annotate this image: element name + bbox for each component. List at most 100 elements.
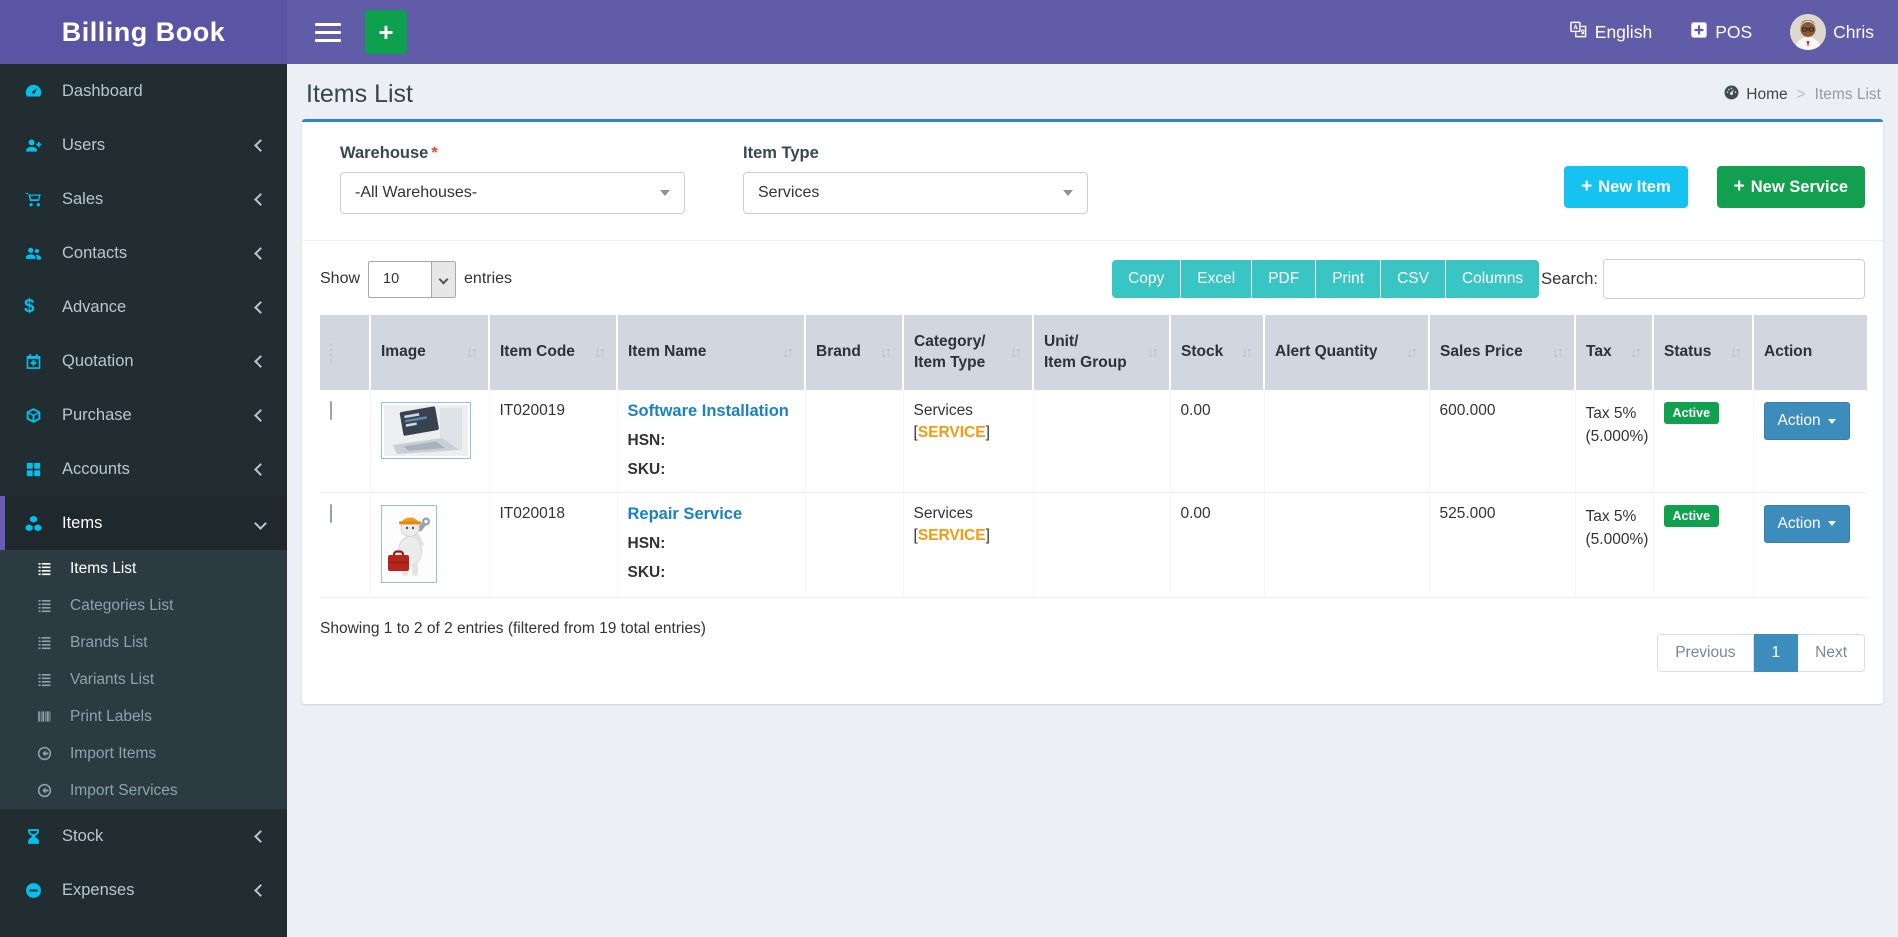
entries-info: Showing 1 to 2 of 2 entries (filtered fr… (320, 619, 706, 637)
column-tax[interactable]: Tax ↓↑ (1575, 315, 1654, 390)
stock-cell: 0.00 (1170, 390, 1265, 493)
plus-icon: + (1581, 176, 1593, 197)
action-dropdown-button[interactable]: Action (1763, 504, 1850, 543)
sidebar-item-quotation[interactable]: Quotation (0, 334, 287, 388)
import-icon (36, 745, 62, 762)
sort-icon: ↓↑ (1147, 344, 1159, 361)
column-alert-quantity[interactable]: Alert Quantity ↓↑ (1264, 315, 1430, 390)
category-cell: Services [SERVICE] (903, 492, 1034, 598)
sidebar-item-users[interactable]: Users (0, 118, 287, 172)
new-service-button[interactable]: + New Service (1716, 166, 1865, 208)
sidebar-item-sales[interactable]: Sales (0, 172, 287, 226)
chevron-left-icon (254, 408, 267, 422)
sku-label: SKU: (627, 461, 666, 478)
select-all-header[interactable] (320, 315, 371, 390)
column-stock[interactable]: Stock ↓↑ (1170, 315, 1265, 390)
quick-add-button[interactable]: + (365, 10, 407, 54)
sidebar-item-expenses[interactable]: Expenses (0, 863, 287, 917)
item-name-cell: Software Installation HSN: SKU: (617, 390, 806, 493)
breadcrumb: Home > Items List (1723, 84, 1881, 106)
sku-label: SKU: (627, 563, 666, 581)
csv-button[interactable]: CSV (1381, 260, 1446, 298)
items-submenu: Items List Categories List Brands List V… (0, 550, 287, 809)
columns-button[interactable]: Columns (1445, 260, 1540, 298)
column-unit[interactable]: Unit/ Item Group ↓↑ (1033, 315, 1171, 390)
item-name-link[interactable]: Software Installation (628, 402, 789, 421)
print-button[interactable]: Print (1316, 260, 1382, 298)
next-page-button[interactable]: Next (1798, 633, 1865, 672)
sort-icon: ↓↑ (782, 343, 794, 361)
breadcrumb-separator: > (1796, 85, 1806, 103)
breadcrumb-home[interactable]: Home (1723, 84, 1788, 106)
warehouse-select[interactable]: -All Warehouses- (340, 172, 685, 214)
table-controls: Show 10 entries Copy Excel PDF Print CSV… (320, 259, 1865, 299)
row-checkbox[interactable] (330, 503, 332, 523)
item-image-repair-mascot[interactable] (380, 504, 437, 583)
sidebar-item-purchase[interactable]: Purchase (0, 388, 287, 442)
hourglass-icon (24, 827, 52, 846)
row-select-cell (320, 492, 371, 598)
item-image-laptop[interactable] (380, 402, 471, 459)
language-menu[interactable]: English (1569, 20, 1652, 44)
column-image[interactable]: Image ↓↑ (370, 315, 490, 390)
column-status[interactable]: Status ↓↑ (1653, 315, 1754, 390)
item-type-tag: [SERVICE] (913, 526, 990, 544)
column-brand[interactable]: Brand ↓↑ (805, 315, 904, 390)
sidebar-subitem-print-labels[interactable]: Print Labels (0, 698, 287, 735)
action-dropdown-button[interactable]: Action (1763, 402, 1850, 440)
list-icon (36, 560, 62, 577)
sidebar-item-advance[interactable]: $ Advance (0, 280, 287, 334)
topbar: Billing Book + English POS Chris (0, 0, 1898, 64)
sidebar-item-stock[interactable]: Stock (0, 809, 287, 863)
main-content: Items List Home > Items List Warehouse * … (287, 0, 1898, 937)
content-header: Items List Home > Items List (287, 64, 1898, 119)
item-name-link[interactable]: Repair Service (628, 505, 743, 524)
users-icon (24, 244, 52, 263)
item-type-selected-value: Services (758, 184, 820, 201)
item-type-label: Item Type (743, 144, 819, 162)
sidebar-item-accounts[interactable]: Accounts (0, 442, 287, 496)
filter-actions: + New Item + New Service (1564, 166, 1865, 208)
page-number-button[interactable]: 1 (1753, 633, 1799, 672)
search-input[interactable] (1603, 259, 1865, 299)
sidebar-subitem-items-list[interactable]: Items List (0, 550, 287, 587)
new-item-button[interactable]: + New Item (1564, 166, 1688, 208)
cube-icon (24, 406, 52, 425)
sidebar-subitem-import-services[interactable]: Import Services (0, 772, 287, 809)
cart-icon (24, 190, 52, 209)
chevron-left-icon (254, 300, 267, 314)
copy-button[interactable]: Copy (1112, 260, 1182, 298)
column-item-code[interactable]: Item Code ↓↑ (489, 315, 618, 390)
sidebar-subitem-variants-list[interactable]: Variants List (0, 661, 287, 698)
item-name-cell: Repair Service HSN: SKU: (617, 492, 806, 598)
sidebar-item-items[interactable]: Items (0, 496, 287, 550)
caret-down-icon (1063, 190, 1073, 196)
chevron-left-icon (254, 354, 267, 368)
sidebar-item-contacts[interactable]: Contacts (0, 226, 287, 280)
sidebar-subitem-import-items[interactable]: Import Items (0, 735, 287, 772)
brand-logo[interactable]: Billing Book (0, 0, 287, 64)
language-icon (1569, 20, 1588, 44)
barcode-icon (36, 708, 62, 725)
row-checkbox[interactable] (330, 401, 332, 420)
entries-selected-value: 10 (383, 271, 400, 287)
previous-page-button[interactable]: Previous (1657, 633, 1754, 672)
pdf-button[interactable]: PDF (1252, 260, 1317, 298)
user-menu[interactable]: Chris (1790, 14, 1874, 50)
sidebar-subitem-categories-list[interactable]: Categories List (0, 587, 287, 624)
column-sales-price[interactable]: Sales Price ↓↑ (1429, 315, 1576, 390)
column-item-name[interactable]: Item Name ↓↑ (617, 315, 806, 390)
entries-select[interactable]: 10 (368, 260, 457, 298)
pos-button[interactable]: POS (1690, 21, 1752, 44)
caret-down-icon (431, 261, 456, 297)
sidebar-item-dashboard[interactable]: Dashboard (0, 64, 287, 118)
item-type-select[interactable]: Services (743, 172, 1088, 214)
category-group: Services (913, 402, 973, 419)
warehouse-filter: Warehouse * -All Warehouses- (340, 144, 685, 214)
sidebar-subitem-brands-list[interactable]: Brands List (0, 624, 287, 661)
grid-icon (24, 460, 52, 479)
excel-button[interactable]: Excel (1181, 260, 1253, 298)
sidebar-toggle-icon[interactable] (305, 9, 351, 55)
column-category[interactable]: Category/ Item Type ↓↑ (903, 315, 1034, 390)
select-all-checkbox[interactable] (330, 342, 332, 362)
